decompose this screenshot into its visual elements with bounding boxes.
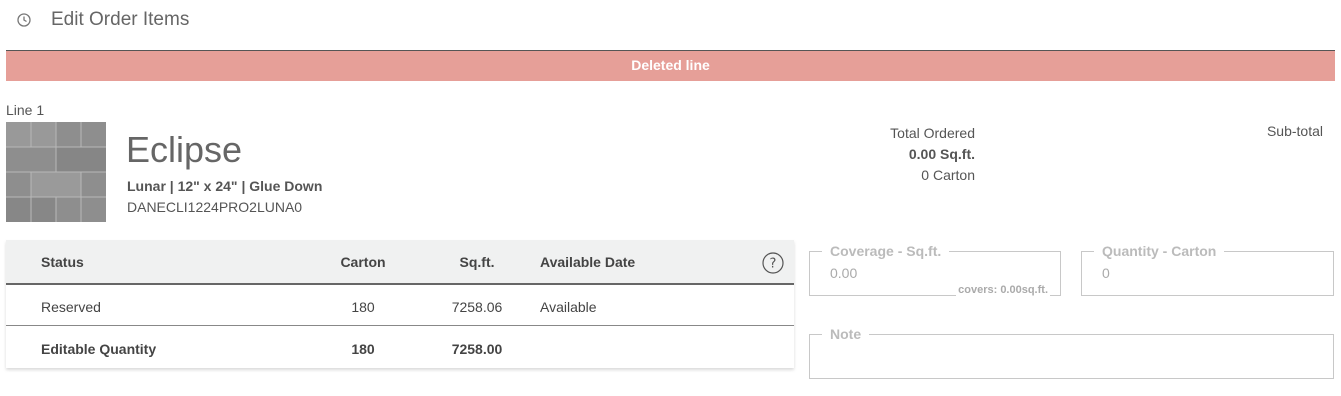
row-status: Reserved	[41, 299, 101, 315]
deleted-line-banner: Deleted line	[6, 50, 1335, 81]
column-header-sqft: Sq.ft.	[459, 254, 495, 270]
product-sku: DANECLI1224PRO2LUNA0	[127, 199, 303, 215]
status-table: Status Carton Sq.ft. Available Date ? Re…	[6, 240, 794, 368]
table-row: Reserved 180 7258.06 Available	[6, 285, 794, 326]
quantity-input[interactable]: 0	[1102, 265, 1110, 281]
clock-icon	[17, 13, 31, 27]
note-field[interactable]: Note	[809, 326, 1334, 379]
row-status: Editable Quantity	[41, 341, 157, 357]
row-carton: 180	[351, 299, 375, 315]
column-header-status: Status	[41, 254, 84, 270]
product-name: Eclipse	[126, 129, 243, 170]
row-sqft: 7258.06	[451, 299, 503, 315]
table-header: Status Carton Sq.ft. Available Date ?	[6, 240, 794, 285]
product-description: Lunar | 12" x 24" | Glue Down	[127, 178, 323, 194]
product-thumbnail	[6, 122, 106, 222]
quantity-carton-field[interactable]: Quantity - Carton 0	[1081, 243, 1334, 296]
note-field-label: Note	[822, 326, 870, 342]
page-header: Edit Order Items	[0, 0, 1341, 44]
coverage-sqft-field[interactable]: Coverage - Sq.ft. 0.00 covers: 0.00sq.ft…	[809, 243, 1061, 296]
coverage-hint: covers: 0.00sq.ft.	[956, 284, 1050, 296]
row-carton: 180	[351, 341, 375, 357]
help-icon[interactable]: ?	[762, 252, 784, 274]
total-ordered-title: Total Ordered	[890, 125, 975, 141]
page-title: Edit Order Items	[51, 9, 190, 30]
row-available-date: Available	[540, 299, 597, 315]
subtotal-label: Sub-total	[1266, 123, 1323, 139]
line-number-label: Line 1	[6, 102, 45, 118]
coverage-field-label: Coverage - Sq.ft.	[822, 243, 950, 259]
table-row: Editable Quantity 180 7258.00	[6, 327, 794, 368]
column-header-available-date: Available Date	[540, 254, 636, 270]
total-ordered-carton: 0 Carton	[921, 167, 975, 183]
svg-text:?: ?	[770, 257, 777, 272]
total-ordered-block: Total Ordered 0.00 Sq.ft. 0 Carton	[890, 123, 975, 186]
row-sqft: 7258.00	[451, 341, 503, 357]
quantity-field-label: Quantity - Carton	[1094, 243, 1225, 259]
coverage-input[interactable]: 0.00	[830, 265, 857, 281]
column-header-carton: Carton	[340, 254, 386, 270]
total-ordered-sqft: 0.00 Sq.ft.	[908, 146, 975, 162]
